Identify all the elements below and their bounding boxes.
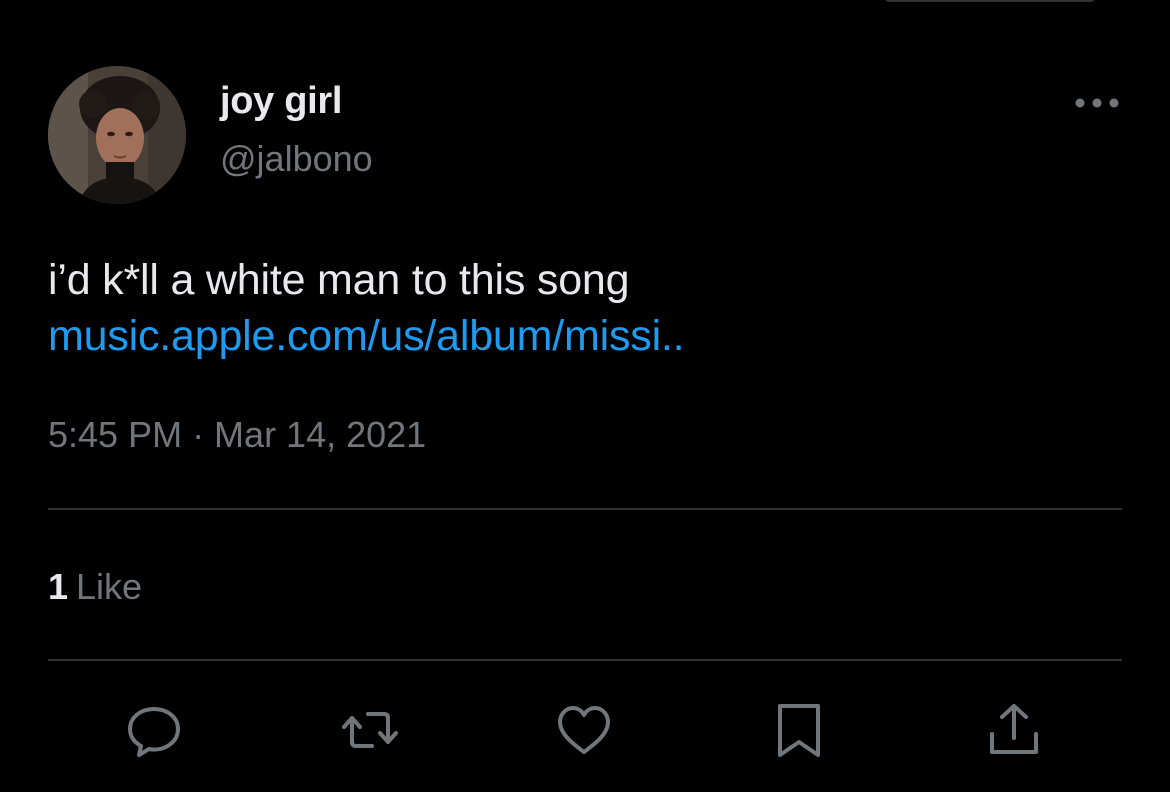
share-icon bbox=[990, 704, 1038, 754]
retweet-button[interactable] bbox=[340, 700, 400, 760]
likes-count: 1 bbox=[48, 566, 69, 607]
heart-icon bbox=[558, 706, 610, 754]
top-handle-bar bbox=[885, 0, 1095, 2]
bookmark-icon bbox=[778, 704, 820, 757]
reply-button[interactable] bbox=[124, 700, 184, 760]
more-options-button[interactable] bbox=[1072, 86, 1122, 120]
likes-label: Like bbox=[76, 566, 143, 607]
tweet-detail-view: joy girl @jalbono i’d k*ll a white man t… bbox=[0, 0, 1170, 792]
author-display-name[interactable]: joy girl bbox=[220, 80, 342, 123]
author-handle[interactable]: @jalbono bbox=[220, 138, 373, 180]
like-button[interactable] bbox=[554, 700, 614, 760]
tweet-text: i’d k*ll a white man to this song bbox=[48, 256, 630, 304]
avatar[interactable] bbox=[48, 66, 186, 204]
divider bbox=[48, 659, 1122, 661]
tweet-link[interactable]: music.apple.com/us/album/missi.. bbox=[48, 308, 1118, 364]
speech-bubble-icon bbox=[128, 707, 180, 757]
divider bbox=[48, 508, 1122, 510]
tweet-timestamp[interactable]: 5:45 PM · Mar 14, 2021 bbox=[48, 414, 426, 456]
bookmark-button[interactable] bbox=[769, 700, 829, 760]
tweet-body: i’d k*ll a white man to this song music.… bbox=[48, 252, 1118, 364]
more-dots-icon bbox=[1075, 98, 1119, 108]
profile-photo-icon bbox=[48, 66, 186, 204]
likes-stat[interactable]: 1 Like bbox=[48, 566, 142, 608]
share-button[interactable] bbox=[984, 700, 1044, 760]
retweet-icon bbox=[342, 712, 398, 748]
